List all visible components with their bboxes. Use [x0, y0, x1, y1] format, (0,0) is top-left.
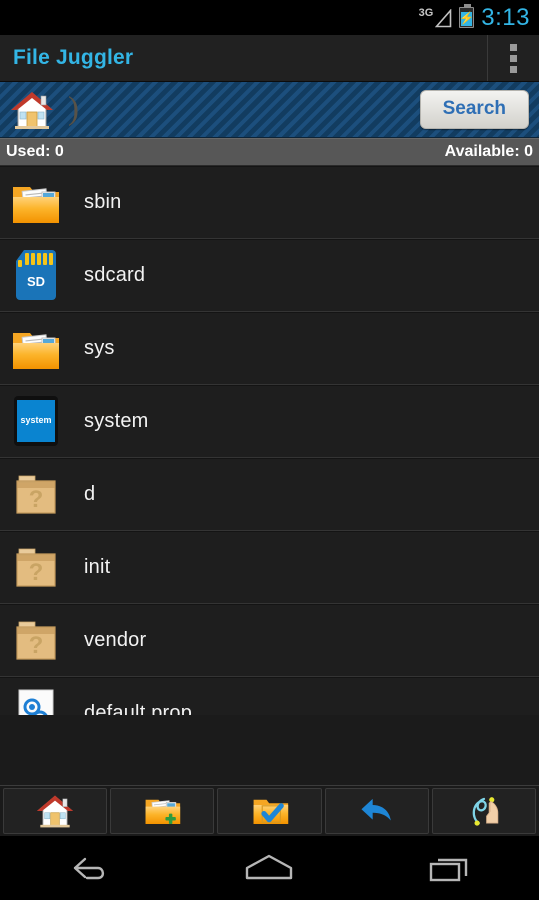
- app-action-bar: File Juggler: [0, 35, 539, 82]
- breadcrumb-separator: ): [68, 91, 79, 128]
- list-item-label: sys: [84, 336, 115, 359]
- list-item[interactable]: ? d: [0, 458, 539, 531]
- svg-text:SD: SD: [27, 274, 45, 289]
- list-item[interactable]: system system: [0, 385, 539, 458]
- list-item[interactable]: ? init: [0, 531, 539, 604]
- properties-file-icon: [10, 687, 62, 715]
- list-item[interactable]: ? vendor: [0, 604, 539, 677]
- android-home-icon[interactable]: [224, 846, 314, 890]
- unknown-box-icon: ?: [10, 468, 62, 520]
- android-back-icon[interactable]: [45, 846, 135, 890]
- toolbar-new-folder-button[interactable]: [110, 788, 215, 834]
- android-status-bar: 3G ⚡ 3:13: [0, 0, 539, 35]
- list-item[interactable]: default.prop: [0, 677, 539, 715]
- svg-text:?: ?: [29, 486, 44, 513]
- folder-documents-icon: [10, 176, 62, 228]
- signal-triangle-icon: [435, 8, 452, 27]
- android-nav-bar: [0, 836, 539, 900]
- back-arrow-icon: [361, 798, 391, 821]
- list-item-label: system: [84, 409, 149, 432]
- toolbar-select-button[interactable]: [217, 788, 322, 834]
- list-item-label: sbin: [84, 190, 122, 213]
- battery-charging-icon: ⚡: [459, 4, 475, 28]
- storage-usage-bar: Used: 0 Available: 0: [0, 138, 539, 166]
- list-item-label: sdcard: [84, 263, 146, 286]
- network-type-label: 3G: [418, 6, 434, 19]
- home-icon[interactable]: [10, 90, 54, 130]
- folder-check-icon: [253, 799, 288, 824]
- used-label: Used: 0: [6, 142, 64, 160]
- app-window: 3G ⚡ 3:13 File Juggler ) Search Used: 0 …: [0, 0, 539, 900]
- sdcard-icon: SD: [10, 249, 62, 301]
- available-label: Available: 0: [444, 142, 533, 160]
- search-button[interactable]: Search: [419, 90, 529, 129]
- svg-text:system: system: [20, 415, 51, 425]
- android-recents-icon[interactable]: [404, 846, 494, 890]
- signal-indicator: 3G: [418, 6, 453, 28]
- list-item[interactable]: SD sdcard: [0, 239, 539, 312]
- unknown-box-icon: ?: [10, 614, 62, 666]
- list-item-label: d: [84, 482, 96, 505]
- breadcrumb: ) Search: [0, 82, 539, 138]
- svg-text:?: ?: [29, 559, 44, 586]
- system-icon: system: [10, 395, 62, 447]
- status-clock: 3:13: [481, 3, 530, 31]
- list-item[interactable]: sbin: [0, 166, 539, 239]
- toolbar-back-button[interactable]: [324, 788, 429, 834]
- new-folder-icon: [145, 799, 181, 824]
- gesture-hand-icon: [472, 797, 499, 826]
- toolbar-home-button[interactable]: [3, 788, 108, 834]
- overflow-menu-icon[interactable]: [487, 35, 539, 81]
- list-item[interactable]: sys: [0, 312, 539, 385]
- toolbar-gesture-button[interactable]: [431, 788, 537, 834]
- svg-text:?: ?: [29, 632, 44, 659]
- folder-documents-icon: [10, 322, 62, 374]
- unknown-box-icon: ?: [10, 541, 62, 593]
- list-item-label: vendor: [84, 628, 147, 651]
- file-list[interactable]: sbin SD sdcard sys system system ? d ? i…: [0, 166, 539, 715]
- home-icon: [36, 795, 74, 828]
- list-item-label: default.prop: [84, 701, 193, 716]
- page-title: File Juggler: [13, 46, 134, 69]
- bottom-toolbar: [0, 785, 539, 836]
- list-item-label: init: [84, 555, 111, 578]
